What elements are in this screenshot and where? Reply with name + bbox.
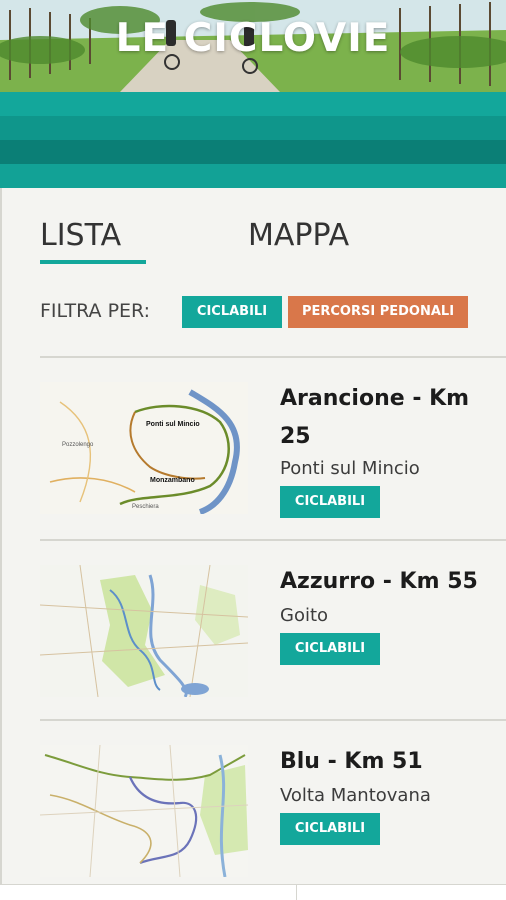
route-map-thumbnail: Ponti sul Mincio Monzambano Pozzolengo P…: [40, 382, 248, 514]
route-map-thumbnail: [40, 745, 248, 877]
bottom-nav-bar: [0, 884, 506, 900]
filter-label: FILTRA PER:: [40, 300, 151, 322]
route-place: Goito: [280, 605, 329, 626]
route-type-badge: CICLABILI: [280, 486, 380, 518]
stripe: [0, 92, 506, 116]
filter-bar: FILTRA PER: CICLABILI PERCORSI PEDONALI: [40, 296, 500, 330]
content-panel: LISTA MAPPA FILTRA PER: CICLABILI PERCOR…: [0, 188, 506, 900]
active-tab-indicator: [40, 260, 146, 264]
tab-mappa[interactable]: MAPPA: [248, 218, 349, 253]
route-place: Ponti sul Mincio: [280, 458, 420, 479]
route-place: Volta Mantovana: [280, 785, 431, 806]
map-label: Ponti sul Mincio: [146, 421, 200, 428]
header-banner: LE CICLOVIE: [0, 0, 506, 92]
map-label: Pozzolengo: [62, 442, 94, 448]
route-type-badge: CICLABILI: [280, 813, 380, 845]
route-item[interactable]: Ponti sul Mincio Monzambano Pozzolengo P…: [40, 356, 506, 539]
map-label: Monzambano: [150, 477, 195, 484]
route-list: Ponti sul Mincio Monzambano Pozzolengo P…: [40, 356, 506, 900]
stripe: [0, 164, 506, 188]
route-title: Arancione - Km 25: [280, 386, 470, 449]
route-title: Azzurro - Km 55: [280, 569, 478, 594]
filter-percorsi-pedonali-button[interactable]: PERCORSI PEDONALI: [288, 296, 468, 328]
divider: [296, 885, 297, 900]
tab-lista[interactable]: LISTA: [40, 218, 121, 253]
view-tabs: LISTA MAPPA: [40, 218, 480, 268]
filter-ciclabili-button[interactable]: CICLABILI: [182, 296, 282, 328]
app-title: LE CICLOVIE: [115, 16, 391, 61]
stripe: [0, 116, 506, 140]
route-item[interactable]: Azzurro - Km 55 Goito CICLABILI: [40, 539, 506, 719]
decorative-stripes: [0, 92, 506, 188]
stripe: [0, 140, 506, 164]
map-label: Peschiera: [132, 504, 159, 510]
route-map-thumbnail: [40, 565, 248, 697]
route-type-badge: CICLABILI: [280, 633, 380, 665]
route-item[interactable]: Blu - Km 51 Volta Mantovana CICLABILI: [40, 719, 506, 900]
route-title: Blu - Km 51: [280, 749, 423, 774]
